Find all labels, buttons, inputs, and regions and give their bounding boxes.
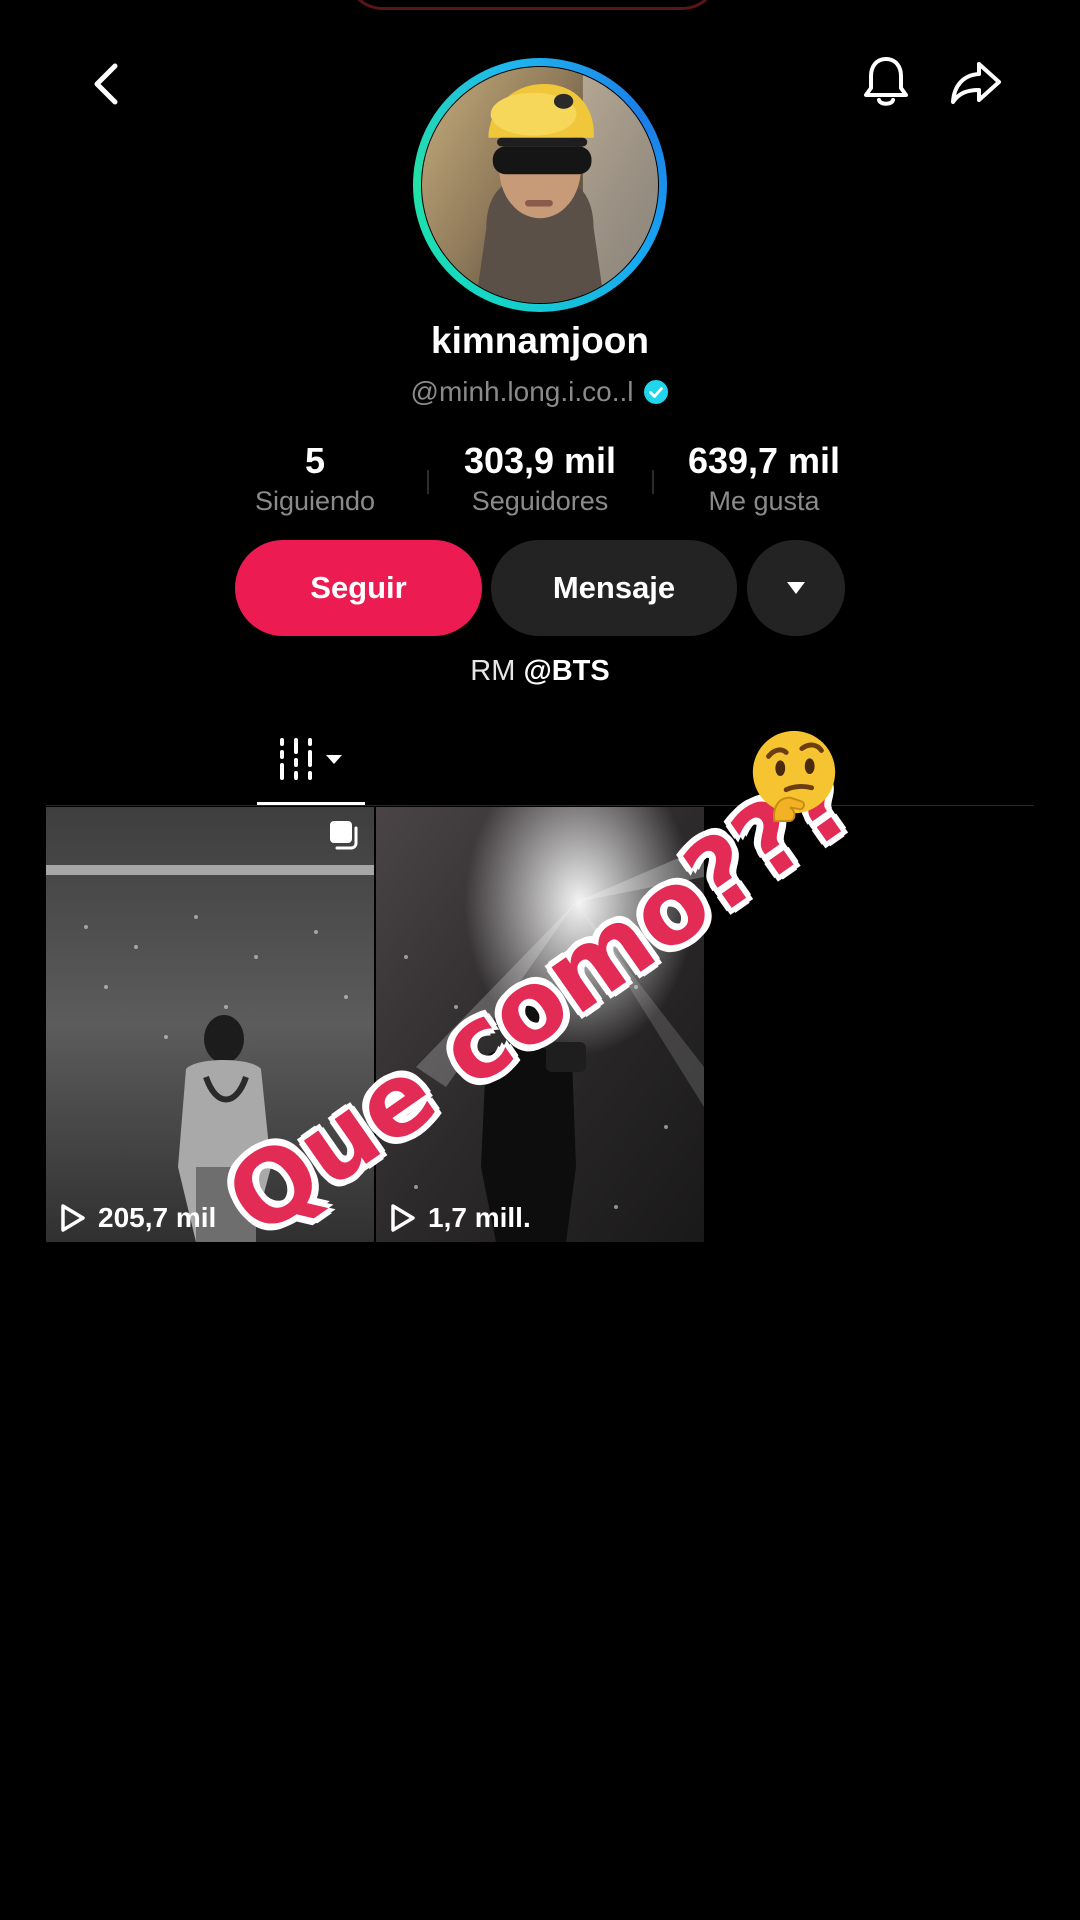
view-count-label: 205,7 mil — [98, 1202, 217, 1233]
share-arrow-icon — [951, 62, 1001, 104]
stat-following[interactable]: 5 Siguiendo — [195, 440, 435, 517]
play-icon — [391, 1204, 415, 1232]
bio-mention-link[interactable]: @BTS — [523, 655, 609, 687]
view-count: 205,7 mil — [60, 1202, 216, 1234]
stat-divider — [652, 470, 654, 494]
share-button[interactable] — [945, 54, 1007, 112]
notifications-button[interactable] — [858, 52, 914, 112]
stat-likes: 639,7 mil Me gusta — [644, 440, 884, 517]
video-thumbnail[interactable]: 205,7 mil — [46, 807, 374, 1242]
bio: RM @BTS — [0, 655, 1080, 688]
stat-value: 5 — [304, 440, 326, 481]
stack-icon — [330, 821, 358, 850]
view-count-label: 1,7 mill. — [428, 1202, 531, 1233]
stat-label: Me gusta — [708, 486, 820, 516]
bio-text: RM — [470, 655, 516, 687]
caret-down-icon — [787, 582, 805, 594]
back-button[interactable] — [78, 56, 134, 112]
video-thumbnail[interactable]: 1,7 mill. — [376, 807, 704, 1242]
stat-label: Seguidores — [471, 486, 609, 516]
display-name: kimnamjoon — [431, 320, 649, 361]
stat-divider — [427, 470, 429, 494]
grid-bars-icon — [280, 738, 342, 780]
thinking-face-icon — [752, 730, 836, 823]
tab-videos[interactable] — [270, 735, 352, 785]
stat-value: 639,7 mil — [687, 440, 841, 481]
stat-label: Siguiendo — [254, 486, 376, 516]
chevron-left-icon — [94, 63, 118, 105]
stat-followers[interactable]: 303,9 mil Seguidores — [420, 440, 660, 517]
play-icon — [61, 1204, 85, 1232]
more-options-button[interactable] — [747, 540, 845, 636]
video-thumbnail-image — [376, 807, 704, 1242]
avatar-image — [475, 67, 658, 303]
follow-button[interactable]: Seguir — [235, 540, 482, 636]
video-thumbnail-image — [46, 807, 374, 1242]
verified-badge-icon — [644, 380, 669, 404]
view-count: 1,7 mill. — [390, 1202, 531, 1234]
message-button[interactable]: Mensaje — [491, 540, 737, 636]
tabs-divider — [46, 805, 1034, 806]
username-handle: @minh.long.i.co..l — [410, 376, 634, 407]
avatar-photo — [422, 67, 658, 303]
handle-row: @minh.long.i.co..l — [0, 376, 1080, 408]
dynamic-island-outline — [345, 0, 720, 10]
avatar[interactable] — [413, 58, 667, 312]
profile-stats: 5 Siguiendo 303,9 mil Seguidores 639,7 m… — [0, 440, 1080, 520]
bell-icon — [864, 57, 908, 106]
stat-value: 303,9 mil — [463, 440, 617, 481]
